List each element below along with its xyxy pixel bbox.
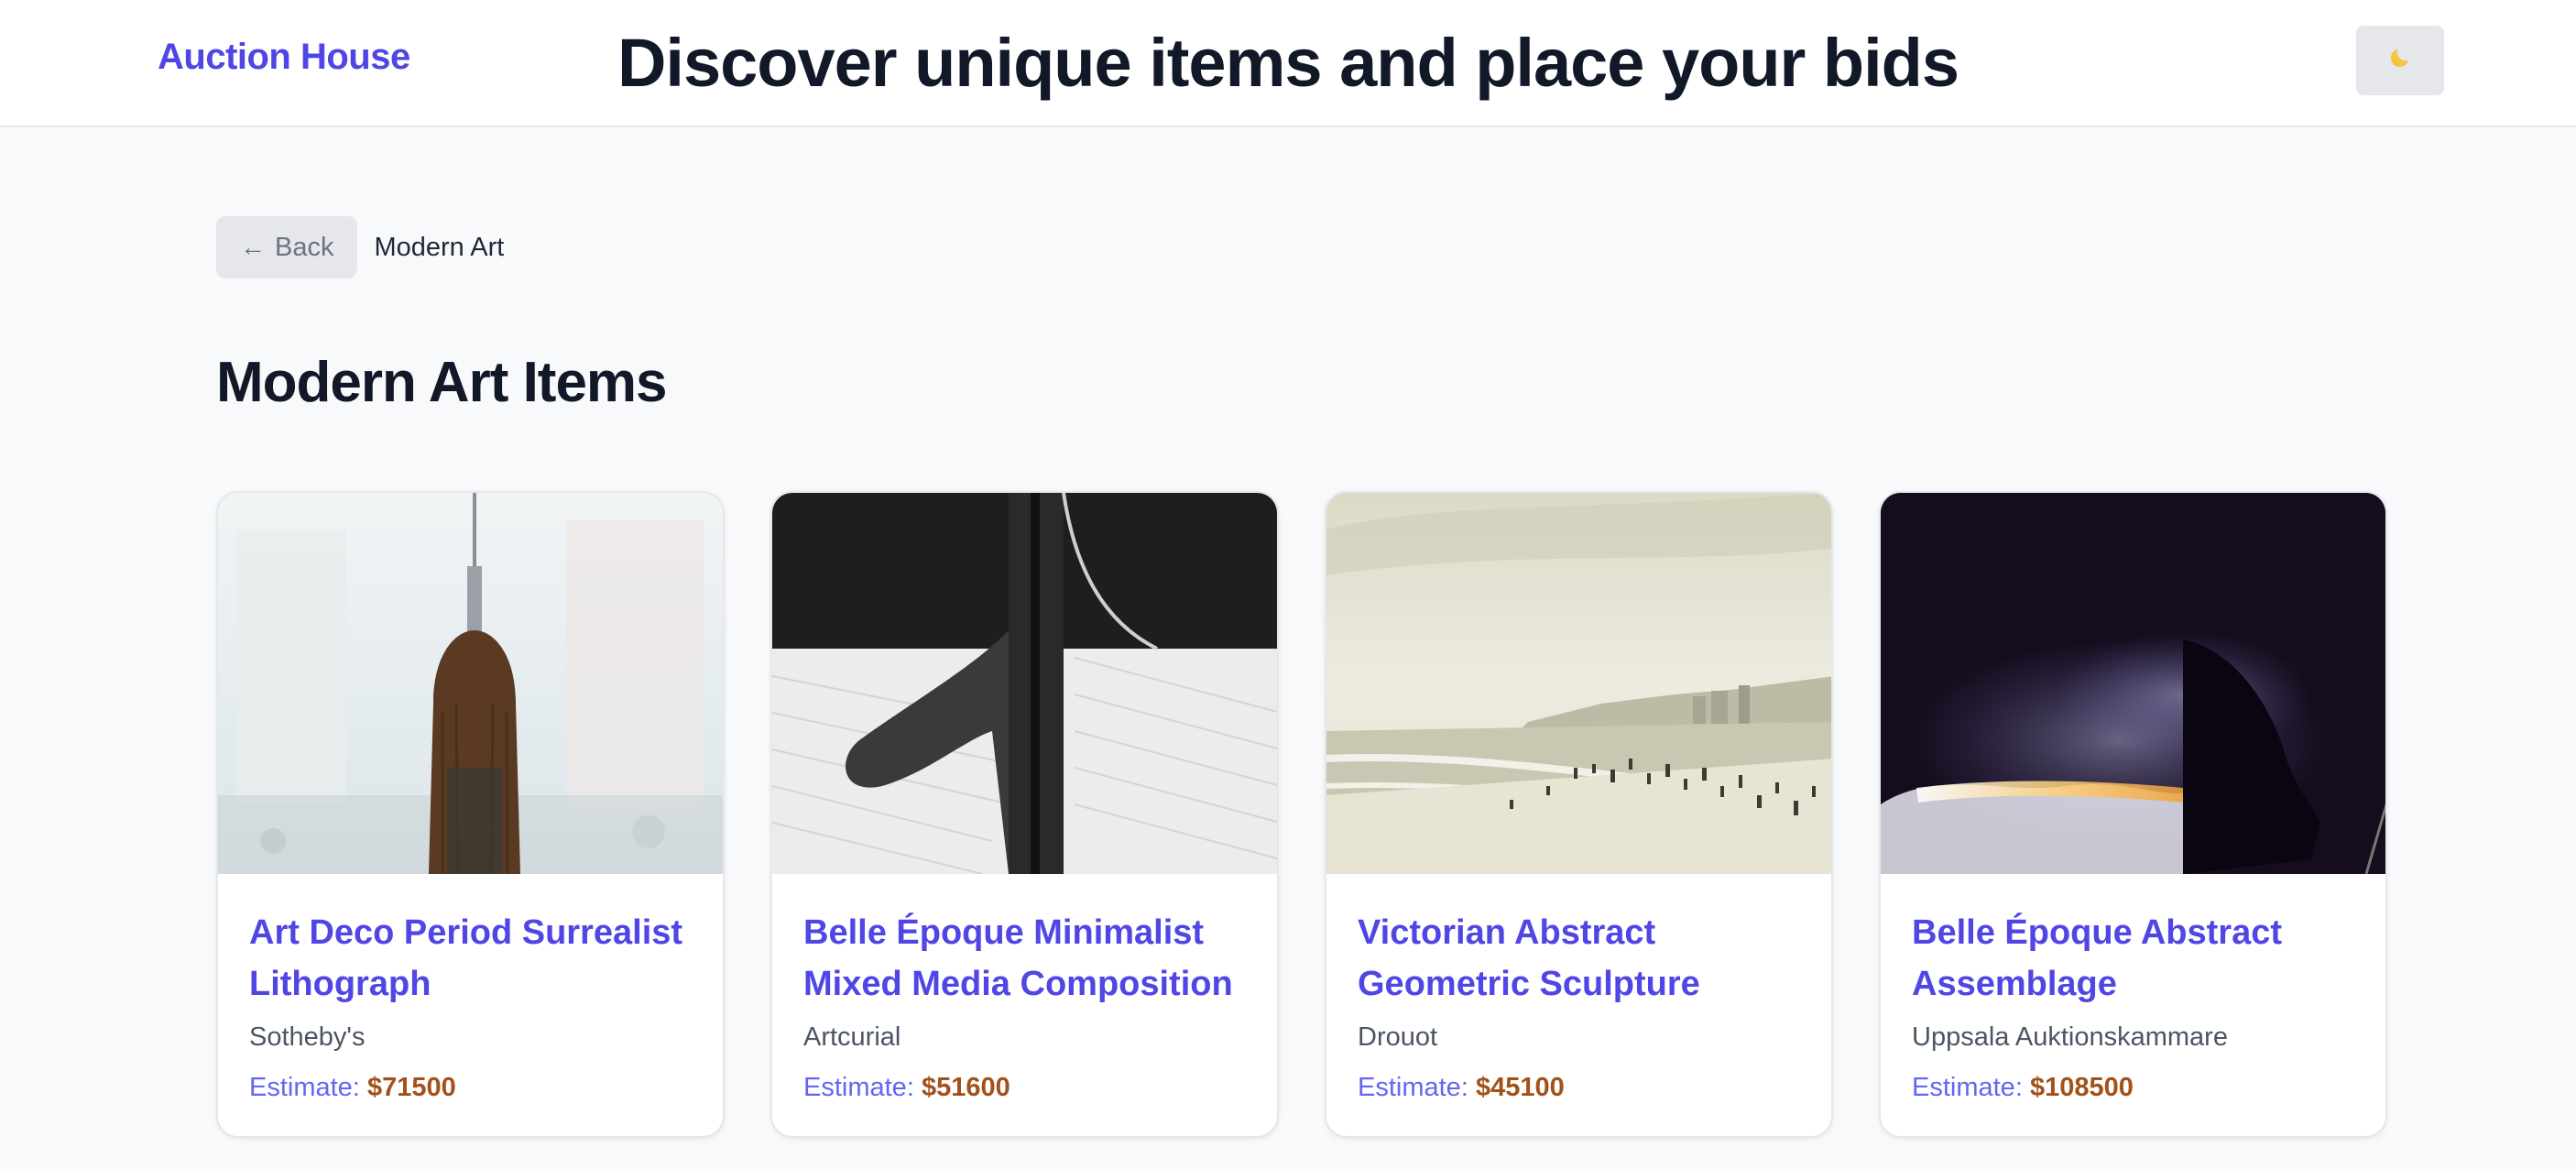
auction-house: Sotheby's: [249, 1022, 366, 1052]
item-title[interactable]: Belle Époque Minimalist Mixed Media Comp…: [803, 907, 1246, 1010]
page-headline: Discover unique items and place your bid…: [617, 25, 1959, 101]
auction-house: Uppsala Auktionskammare: [1912, 1022, 2228, 1052]
arrow-left-icon: ←: [240, 233, 266, 261]
item-image: [772, 493, 1277, 874]
estimate-label: Estimate:: [1358, 1073, 1468, 1102]
estimate-value: $71500: [366, 1073, 456, 1102]
breadcrumb-current: Modern Art: [374, 232, 505, 262]
section-title: Modern Art Items: [216, 351, 668, 414]
theme-toggle-button[interactable]: [2356, 26, 2444, 95]
back-button[interactable]: ← Back: [216, 216, 358, 279]
breadcrumb: ← Back Modern Art: [216, 216, 504, 279]
item-card[interactable]: Art Deco Period Surrealist Lithograph So…: [216, 491, 725, 1138]
item-title[interactable]: Victorian Abstract Geometric Sculpture: [1358, 907, 1800, 1010]
estimate-label: Estimate:: [1912, 1073, 2023, 1102]
item-grid: Art Deco Period Surrealist Lithograph So…: [216, 491, 2387, 1138]
estimate-label: Estimate:: [249, 1073, 360, 1102]
auction-house: Artcurial: [803, 1022, 901, 1052]
item-image: [1881, 493, 2385, 874]
estimate-value: $51600: [921, 1073, 1010, 1102]
item-image: [218, 493, 723, 874]
top-bar: Auction House Discover unique items and …: [0, 0, 2576, 127]
moon-icon: [2387, 45, 2413, 77]
item-title[interactable]: Belle Époque Abstract Assemblage: [1912, 907, 2354, 1010]
estimate-value: $45100: [1475, 1073, 1565, 1102]
back-label: Back: [275, 232, 334, 262]
estimate-value: $108500: [2029, 1073, 2134, 1102]
auction-house: Drouot: [1358, 1022, 1438, 1052]
item-estimate: Estimate: $45100: [1358, 1073, 1800, 1103]
item-card[interactable]: Belle Époque Abstract Assemblage Uppsala…: [1879, 491, 2387, 1138]
item-estimate: Estimate: $108500: [1912, 1073, 2354, 1103]
item-card[interactable]: Victorian Abstract Geometric Sculpture D…: [1325, 491, 1833, 1138]
estimate-label: Estimate:: [803, 1073, 914, 1102]
item-estimate: Estimate: $71500: [249, 1073, 692, 1103]
item-card[interactable]: Belle Époque Minimalist Mixed Media Comp…: [770, 491, 1279, 1138]
item-image: [1326, 493, 1831, 874]
item-title[interactable]: Art Deco Period Surrealist Lithograph: [249, 907, 692, 1010]
item-estimate: Estimate: $51600: [803, 1073, 1246, 1103]
